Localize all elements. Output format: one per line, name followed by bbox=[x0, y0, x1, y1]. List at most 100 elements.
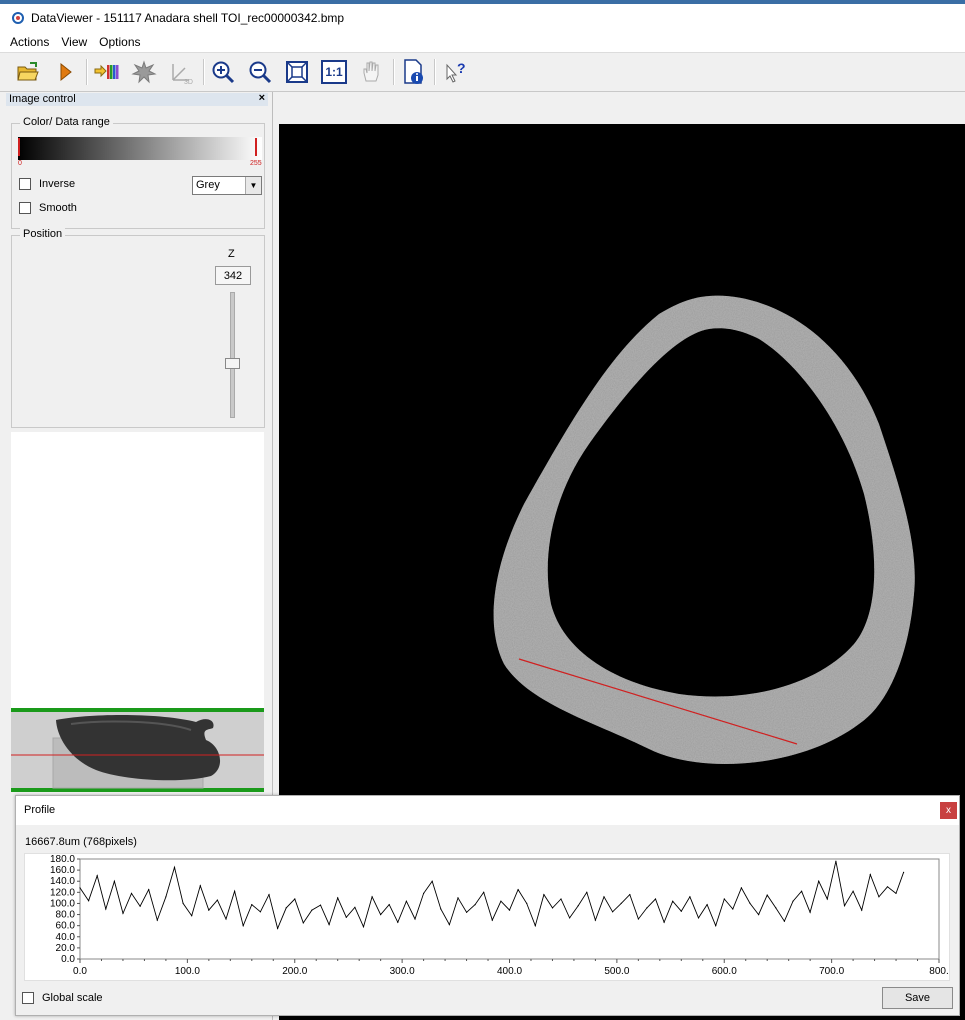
y-tick-label: 20.0 bbox=[56, 943, 76, 954]
x-tick-label: 400.0 bbox=[497, 966, 522, 977]
profile-data-point bbox=[886, 886, 889, 888]
profile-data-point bbox=[586, 891, 588, 893]
profile-data-point bbox=[861, 909, 863, 911]
color-range-bar[interactable] bbox=[18, 137, 262, 160]
y-tick-label: 100.0 bbox=[50, 898, 75, 909]
profile-data-point bbox=[122, 912, 124, 914]
play-icon bbox=[60, 62, 72, 82]
profile-data-point bbox=[835, 860, 837, 862]
side-view-preview[interactable] bbox=[11, 708, 264, 792]
profile-data-point bbox=[182, 902, 184, 904]
profile-data-point bbox=[594, 919, 597, 921]
actual-size-button[interactable]: 1:1 bbox=[320, 58, 348, 86]
profile-data-point bbox=[818, 880, 820, 882]
smooth-label: Smooth bbox=[39, 202, 77, 214]
profile-data-point bbox=[543, 894, 545, 896]
profile-data-point bbox=[903, 871, 905, 873]
profile-close-button[interactable]: x bbox=[940, 802, 957, 819]
y-tick-label: 80.0 bbox=[56, 910, 76, 921]
profile-data-point bbox=[397, 921, 399, 923]
profile-data-point bbox=[783, 920, 786, 922]
profile-data-point bbox=[139, 905, 141, 907]
file-info-icon bbox=[404, 59, 423, 84]
profile-data-point bbox=[328, 924, 330, 926]
profile-data-point bbox=[362, 926, 365, 928]
panel-title: Image control bbox=[9, 93, 76, 105]
profile-chart: 0.0 20.0 40.0 60.0 80.0 100.0 120.0 140.0 160.0 1… bbox=[24, 853, 950, 981]
pan-hand-button[interactable] bbox=[357, 58, 385, 86]
zoom-out-button[interactable] bbox=[246, 58, 274, 86]
profile-data-point bbox=[689, 896, 691, 898]
profile-data-point bbox=[826, 898, 828, 900]
profile-data-point bbox=[646, 907, 648, 909]
file-info-button[interactable] bbox=[399, 58, 427, 86]
menu-options[interactable]: Options bbox=[93, 35, 146, 49]
y-tick-label: 60.0 bbox=[56, 921, 76, 932]
dataset-switch-button[interactable] bbox=[92, 58, 120, 86]
profile-data-point bbox=[225, 918, 227, 920]
profile-data-point bbox=[663, 921, 665, 923]
profile-data-point bbox=[208, 909, 210, 911]
global-scale-checkbox-box[interactable] bbox=[22, 992, 34, 1004]
profile-data-point bbox=[500, 900, 502, 902]
menu-view[interactable]: View bbox=[55, 35, 93, 49]
context-help-button[interactable]: ? bbox=[441, 58, 469, 86]
pan-hand-icon bbox=[363, 61, 379, 82]
save-button[interactable]: Save bbox=[882, 987, 953, 1009]
svg-text:?: ? bbox=[457, 60, 466, 76]
profile-data-point bbox=[749, 902, 751, 904]
profile-data-point bbox=[268, 894, 270, 896]
3d-axes-button[interactable]: 3D bbox=[167, 58, 195, 86]
smooth-checkbox-box[interactable] bbox=[19, 202, 31, 214]
profile-data-point bbox=[156, 919, 158, 921]
3d-label: 3D bbox=[184, 79, 193, 84]
fit-window-button[interactable] bbox=[283, 58, 311, 86]
range-min-handle[interactable] bbox=[18, 138, 20, 156]
profile-data-point bbox=[216, 899, 218, 901]
profile-title: Profile bbox=[24, 804, 56, 816]
play-button[interactable] bbox=[51, 58, 79, 86]
panel-close-button[interactable]: × bbox=[259, 92, 265, 104]
x-tick-label: 0.0 bbox=[73, 966, 87, 977]
profile-data-point bbox=[79, 887, 81, 889]
title-bar: DataViewer - 151117 Anadara shell TOI_re… bbox=[0, 4, 965, 32]
inverse-checkbox[interactable]: Inverse bbox=[19, 178, 75, 190]
toolbar-separator bbox=[203, 59, 205, 85]
z-position-value[interactable]: 342 bbox=[215, 266, 251, 285]
profile-data-point bbox=[809, 911, 811, 913]
profile-data-point bbox=[165, 896, 167, 898]
profile-data-point bbox=[466, 911, 468, 913]
dataset-switch-icon bbox=[94, 64, 119, 79]
context-help-icon: ? bbox=[446, 60, 466, 83]
profile-data-point bbox=[723, 898, 725, 900]
y-tick-label: 120.0 bbox=[50, 887, 75, 898]
side-view-image bbox=[11, 708, 264, 792]
global-scale-checkbox[interactable]: Global scale bbox=[22, 992, 103, 1004]
z-slider-thumb[interactable] bbox=[225, 358, 240, 369]
colormap-dropdown[interactable]: Grey ▼ bbox=[192, 176, 262, 195]
zoom-in-button[interactable] bbox=[209, 58, 237, 86]
profile-data-point bbox=[173, 866, 176, 868]
x-tick-label: 200.0 bbox=[282, 966, 307, 977]
profile-data-point bbox=[801, 890, 803, 892]
color-range-title: Color/ Data range bbox=[20, 116, 113, 128]
range-min-label: 0 bbox=[18, 160, 22, 167]
range-max-handle[interactable] bbox=[255, 138, 257, 156]
menu-actions[interactable]: Actions bbox=[0, 35, 55, 49]
range-max-label: 255 bbox=[250, 160, 262, 167]
open-folder-button[interactable] bbox=[14, 58, 42, 86]
star-button[interactable] bbox=[130, 58, 158, 86]
profile-data-point bbox=[414, 918, 416, 920]
profile-data-point bbox=[242, 925, 244, 927]
x-tick-label: 100.0 bbox=[175, 966, 200, 977]
profile-header: Profile x bbox=[16, 796, 959, 825]
smooth-checkbox[interactable]: Smooth bbox=[19, 202, 77, 214]
profile-data-point bbox=[732, 908, 734, 910]
z-slider-track[interactable] bbox=[230, 292, 235, 418]
profile-data-point bbox=[457, 897, 459, 899]
profile-data-point bbox=[371, 896, 373, 898]
inverse-checkbox-box[interactable] bbox=[19, 178, 31, 190]
y-tick-label: 160.0 bbox=[50, 865, 75, 876]
profile-data-point bbox=[852, 890, 854, 892]
chevron-down-icon[interactable]: ▼ bbox=[245, 177, 261, 194]
